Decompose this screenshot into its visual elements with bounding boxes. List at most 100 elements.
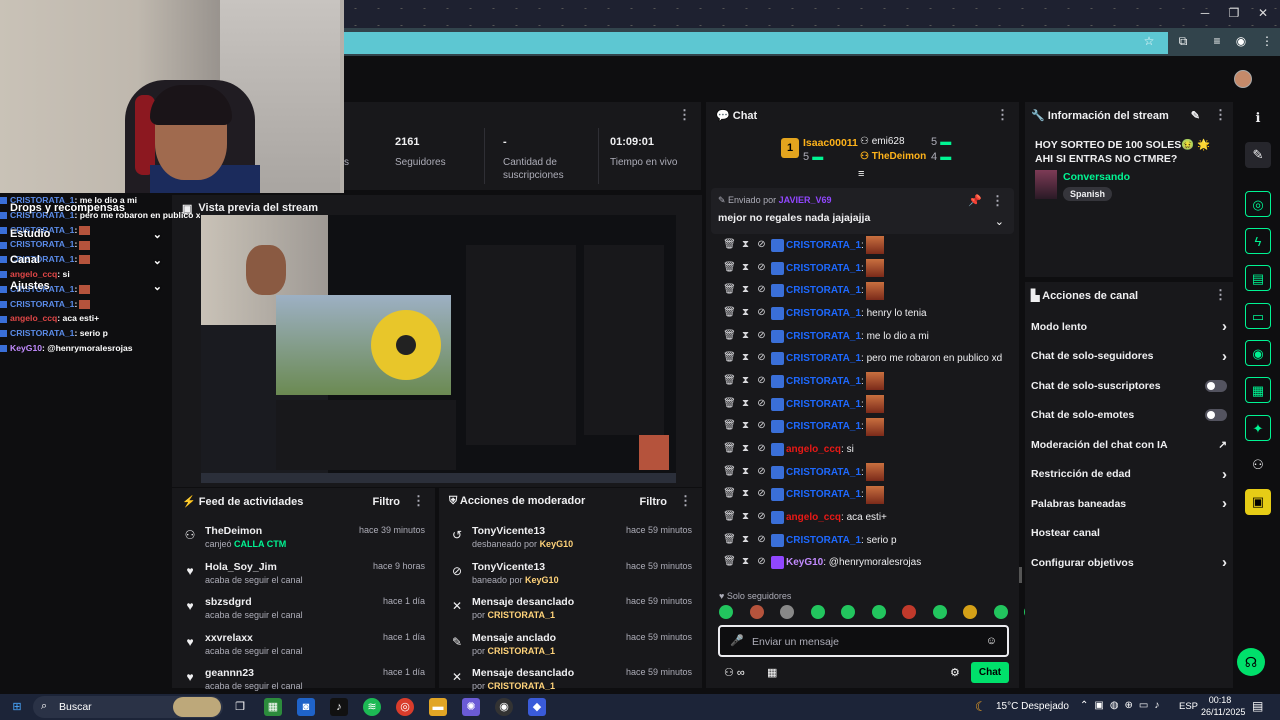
emoji-icon[interactable]: ☺ [986, 635, 997, 647]
chat-username[interactable]: CRISTORATA_1 [786, 489, 861, 500]
chat-username[interactable]: CRISTORATA_1 [786, 285, 861, 296]
ban-icon[interactable]: ⊘ [755, 556, 768, 569]
clapperboard-icon[interactable]: ▣ [1245, 489, 1271, 515]
toggle-switch[interactable] [1205, 379, 1227, 392]
delete-icon[interactable]: 🗑 [723, 284, 736, 297]
windows-start-icon[interactable]: ⊞ [8, 698, 26, 716]
timeout-icon[interactable]: ⧗ [739, 262, 752, 275]
emote-icon[interactable] [871, 605, 886, 619]
store-icon[interactable]: ▦ [767, 666, 777, 679]
chat-username[interactable]: angelo_ccq [786, 512, 841, 523]
delete-icon[interactable]: 🗑 [723, 534, 736, 547]
emote-icon[interactable] [780, 605, 794, 619]
folder-icon[interactable]: ▬ [429, 698, 447, 716]
pencil-icon[interactable]: ✎ [1245, 142, 1271, 168]
queue-icon[interactable]: ▦ [1245, 377, 1271, 403]
delete-icon[interactable]: 🗑 [723, 488, 736, 501]
chat-username[interactable]: CRISTORATA_1 [786, 399, 861, 410]
chat-username[interactable]: KeyG10 [786, 557, 823, 568]
ban-icon[interactable]: ⊘ [755, 443, 768, 456]
language-indicator[interactable]: ESP [1179, 701, 1198, 712]
delete-icon[interactable]: 🗑 [723, 420, 736, 433]
ban-icon[interactable]: ⊘ [755, 375, 768, 388]
channel-action-item[interactable]: Hostear canal [1025, 519, 1233, 549]
list-item[interactable]: ♥ sbzsdgrd acaba de seguir el canal hace 1 … [172, 591, 435, 627]
chat-message[interactable]: 🗑 ⧗ ⊘ angelo_ccq: si [706, 438, 1019, 461]
star-icon[interactable]: ☆ [1140, 34, 1158, 52]
media-icon[interactable]: ≡ [1208, 34, 1226, 52]
timeout-icon[interactable]: ⧗ [739, 284, 752, 297]
chat-input[interactable]: 🎤 Enviar un mensaje ☺ [718, 625, 1009, 657]
timeout-icon[interactable]: ⧗ [739, 534, 752, 547]
edit-icon[interactable]: ✎ [1191, 110, 1200, 122]
mod-filter-button[interactable]: Filtro [640, 496, 668, 508]
list-item[interactable]: ♥ geannn23 acaba de seguir el canal hace 1 … [172, 662, 435, 698]
list-item[interactable]: ✎ Mensaje anclado por CRISTORATA_1 hace 59 … [439, 627, 702, 663]
delete-icon[interactable]: 🗑 [723, 352, 736, 365]
pin-icon[interactable]: 📌 [968, 194, 982, 207]
chat-message[interactable]: 🗑 ⧗ ⊘ CRISTORATA_1: [706, 461, 1019, 484]
timeout-icon[interactable]: ⧗ [739, 420, 752, 433]
emote-icon[interactable] [719, 605, 733, 619]
timeout-icon[interactable]: ⧗ [739, 488, 752, 501]
emote-icon[interactable] [841, 605, 855, 619]
overlay-menu-item[interactable]: Drops y recompensas [10, 195, 162, 221]
bits-icon[interactable]: ⚇ ∞ [724, 666, 745, 679]
chat-message[interactable]: 🗑 ⧗ ⊘ CRISTORATA_1: me lo dio a mi [706, 325, 1019, 348]
more-options-icon[interactable]: ⋮ [1214, 287, 1227, 303]
delete-icon[interactable]: 🗑 [723, 307, 736, 320]
ban-icon[interactable]: ⊘ [755, 398, 768, 411]
chrome-icon[interactable]: ◎ [396, 698, 414, 716]
ban-icon[interactable]: ⊘ [755, 352, 768, 365]
chat-message[interactable]: 🗑 ⧗ ⊘ CRISTORATA_1: [706, 484, 1019, 507]
spotify-icon[interactable]: ≋ [363, 698, 381, 716]
more-options-icon[interactable]: ⋮ [679, 493, 692, 508]
task-view-icon[interactable]: ❐ [231, 698, 249, 716]
delete-icon[interactable]: 🗑 [723, 330, 736, 343]
chat-message[interactable]: 🗑 ⧗ ⊘ CRISTORATA_1: [706, 393, 1019, 416]
chat-username[interactable]: CRISTORATA_1 [786, 421, 861, 432]
clock[interactable]: 00:18 26/11/2025 [1201, 695, 1245, 717]
channel-action-item[interactable]: Chat de solo-emotes [1025, 401, 1233, 431]
copilot-icon[interactable]: ✺ [462, 698, 480, 716]
chat-message[interactable]: 🗑 ⧗ ⊘ CRISTORATA_1: [706, 234, 1019, 257]
feed-filter-button[interactable]: Filtro [373, 496, 401, 508]
more-options-icon[interactable]: ⋮ [678, 107, 691, 123]
minimize-icon[interactable]: ─ [1196, 4, 1214, 22]
chat-message[interactable]: 🗑 ⧗ ⊘ CRISTORATA_1: [706, 416, 1019, 439]
chat-username[interactable]: CRISTORATA_1 [786, 240, 861, 251]
channel-action-item[interactable]: Configurar objetivos › [1025, 548, 1233, 578]
list-item[interactable]: ⊘ TonyVicente13 baneado por KeyG10 hace 59 … [439, 556, 702, 592]
taskbar-search[interactable]: ⌕ Buscar [33, 696, 223, 718]
delete-icon[interactable]: 🗑 [723, 466, 736, 479]
chat-message[interactable]: 🗑 ⧗ ⊘ angelo_ccq: aca esti+ [706, 506, 1019, 529]
delete-icon[interactable]: 🗑 [723, 443, 736, 456]
document-icon[interactable]: ▤ [1245, 265, 1271, 291]
more-options-icon[interactable]: ⋮ [412, 493, 425, 508]
ban-icon[interactable]: ⊘ [755, 534, 768, 547]
toggle-switch[interactable] [1205, 409, 1227, 422]
timeout-icon[interactable]: ⧗ [739, 375, 752, 388]
tools-icon[interactable]: ✦ [1245, 415, 1271, 441]
chat-username[interactable]: CRISTORATA_1 [786, 353, 861, 364]
emote-icon[interactable] [963, 605, 977, 619]
ban-icon[interactable]: ⊘ [755, 262, 768, 275]
timeout-icon[interactable]: ⧗ [739, 466, 752, 479]
headset-icon[interactable]: ☊ [1237, 648, 1265, 676]
chat-username[interactable]: CRISTORATA_1 [786, 263, 861, 274]
delete-icon[interactable]: 🗑 [723, 375, 736, 388]
timeout-icon[interactable]: ⧗ [739, 330, 752, 343]
chat-message[interactable]: 🗑 ⧗ ⊘ CRISTORATA_1: [706, 370, 1019, 393]
channel-action-item[interactable]: Moderación del chat con IA ↗ [1025, 430, 1233, 460]
ban-icon[interactable]: ⊘ [755, 330, 768, 343]
info-icon[interactable]: ℹ [1245, 105, 1271, 131]
chat-send-button[interactable]: Chat [971, 662, 1009, 683]
chat-username[interactable]: CRISTORATA_1 [786, 467, 861, 478]
list-item[interactable]: ♥ Hola_Soy_Jim acaba de seguir el canal hac… [172, 556, 435, 592]
chat-username[interactable]: CRISTORATA_1 [786, 535, 861, 546]
broadcast-icon[interactable]: ◉ [1245, 340, 1271, 366]
timeout-icon[interactable]: ⧗ [739, 556, 752, 569]
avatar[interactable] [1234, 70, 1252, 88]
channel-action-item[interactable]: Palabras baneadas › [1025, 489, 1233, 519]
emote-icon[interactable] [993, 605, 1008, 619]
